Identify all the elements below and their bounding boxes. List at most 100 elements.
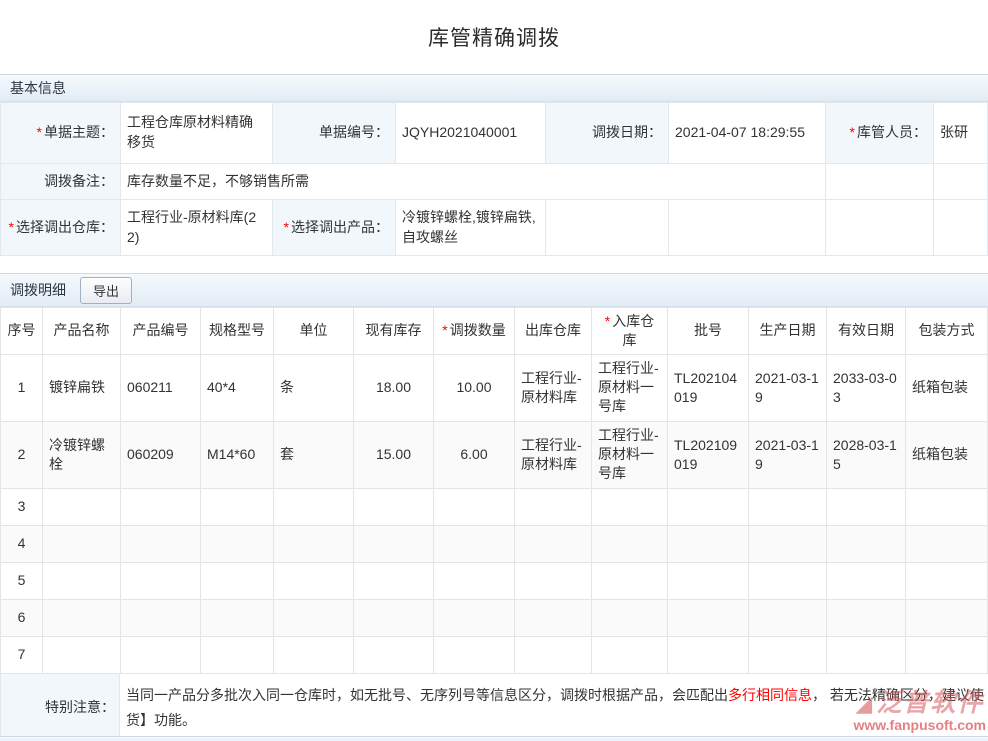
detail-section-bar: 调拨明细 导出 bbox=[0, 273, 988, 307]
empty-cell bbox=[826, 200, 934, 256]
bottom-section-strip bbox=[0, 736, 988, 741]
col-unit-header: 单位 bbox=[274, 308, 354, 355]
col-in-warehouse-header: *入库仓库 bbox=[592, 308, 668, 355]
table-cell bbox=[121, 488, 201, 525]
table-cell bbox=[592, 488, 668, 525]
col-prod-date-header: 生产日期 bbox=[749, 308, 827, 355]
table-row-empty: 4 bbox=[1, 525, 988, 562]
table-cell bbox=[274, 562, 354, 599]
table-cell bbox=[434, 562, 515, 599]
table-cell bbox=[592, 562, 668, 599]
table-cell bbox=[274, 488, 354, 525]
table-cell: 2028-03-15 bbox=[827, 421, 906, 488]
table-cell bbox=[592, 636, 668, 673]
empty-cell bbox=[826, 164, 934, 200]
table-cell: 4 bbox=[1, 525, 43, 562]
table-cell bbox=[121, 599, 201, 636]
notice-red-text: 多行相同信息 bbox=[728, 687, 812, 703]
required-asterisk: * bbox=[850, 124, 855, 140]
table-cell bbox=[434, 599, 515, 636]
table-cell bbox=[592, 599, 668, 636]
col-transfer-qty-header: *调拨数量 bbox=[434, 308, 515, 355]
empty-cell bbox=[934, 200, 988, 256]
doc-no-label: 单据编号： bbox=[273, 103, 396, 164]
table-cell bbox=[354, 562, 434, 599]
table-cell: 18.00 bbox=[354, 354, 434, 421]
table-row: 2 冷镀锌螺栓 060209 M14*60 套 15.00 6.00 工程行业-… bbox=[1, 421, 988, 488]
table-cell bbox=[274, 525, 354, 562]
table-cell: 3 bbox=[1, 488, 43, 525]
out-warehouse-value: 工程行业-原材料库(22) bbox=[121, 200, 273, 256]
col-valid-date-header: 有效日期 bbox=[827, 308, 906, 355]
out-warehouse-label: *选择调出仓库： bbox=[1, 200, 121, 256]
table-cell bbox=[274, 599, 354, 636]
table-cell: 2021-03-19 bbox=[749, 354, 827, 421]
table-cell: 纸箱包装 bbox=[906, 354, 988, 421]
export-button[interactable]: 导出 bbox=[80, 277, 132, 304]
table-cell bbox=[827, 525, 906, 562]
notice-line-2: 货】功能。 bbox=[126, 708, 984, 733]
table-cell bbox=[354, 488, 434, 525]
empty-cell bbox=[934, 164, 988, 200]
form-row-1: *单据主题： 工程仓库原材料精确移货 单据编号： JQYH2021040001 … bbox=[1, 103, 988, 164]
table-cell: 060209 bbox=[121, 421, 201, 488]
table-cell: 工程行业-原材料一号库 bbox=[592, 421, 668, 488]
detail-table-header-row: 序号 产品名称 产品编号 规格型号 单位 现有库存 *调拨数量 出库仓库 *入库… bbox=[1, 308, 988, 355]
table-cell: 工程行业-原材料库 bbox=[515, 354, 592, 421]
table-cell bbox=[515, 525, 592, 562]
table-cell bbox=[434, 488, 515, 525]
col-product-name-header: 产品名称 bbox=[43, 308, 121, 355]
table-cell: 7 bbox=[1, 636, 43, 673]
table-cell bbox=[43, 636, 121, 673]
table-cell bbox=[906, 636, 988, 673]
table-cell bbox=[906, 488, 988, 525]
table-cell bbox=[906, 599, 988, 636]
table-cell bbox=[827, 636, 906, 673]
out-product-value: 冷镀锌螺栓,镀锌扁铁,自攻螺丝 bbox=[396, 200, 546, 256]
table-cell bbox=[354, 636, 434, 673]
table-cell bbox=[201, 636, 274, 673]
detail-table: 序号 产品名称 产品编号 规格型号 单位 现有库存 *调拨数量 出库仓库 *入库… bbox=[0, 307, 988, 674]
table-cell bbox=[749, 636, 827, 673]
table-cell bbox=[121, 525, 201, 562]
page: 库管精确调拨 基本信息 *单据主题： 工程仓库原材料精确移货 单据编号： JQY… bbox=[0, 0, 988, 741]
table-row: 1 镀锌扁铁 060211 40*4 条 18.00 10.00 工程行业-原材… bbox=[1, 354, 988, 421]
table-cell bbox=[515, 488, 592, 525]
table-cell: M14*60 bbox=[201, 421, 274, 488]
page-title: 库管精确调拨 bbox=[428, 22, 560, 52]
table-cell bbox=[201, 525, 274, 562]
table-row-empty: 5 bbox=[1, 562, 988, 599]
table-cell: 工程行业-原材料一号库 bbox=[592, 354, 668, 421]
table-cell: 2 bbox=[1, 421, 43, 488]
table-cell bbox=[274, 636, 354, 673]
table-cell: 纸箱包装 bbox=[906, 421, 988, 488]
col-spec-header: 规格型号 bbox=[201, 308, 274, 355]
table-cell bbox=[43, 562, 121, 599]
table-cell bbox=[827, 488, 906, 525]
remark-label: 调拨备注： bbox=[1, 164, 121, 200]
table-cell bbox=[201, 488, 274, 525]
remark-value: 库存数量不足，不够销售所需 bbox=[121, 164, 826, 200]
basic-info-section-title: 基本信息 bbox=[10, 78, 66, 98]
table-cell bbox=[749, 488, 827, 525]
notice-line-1: 当同一产品分多批次入同一仓库时，如无批号、无序列号等信息区分，调拨时根据产品，会… bbox=[126, 683, 984, 708]
empty-cell bbox=[546, 200, 669, 256]
table-cell bbox=[201, 562, 274, 599]
col-stock-header: 现有库存 bbox=[354, 308, 434, 355]
table-row-empty: 3 bbox=[1, 488, 988, 525]
table-cell bbox=[434, 636, 515, 673]
keeper-value: 张研 bbox=[934, 103, 988, 164]
table-cell bbox=[121, 636, 201, 673]
table-cell: 1 bbox=[1, 354, 43, 421]
basic-info-form: *单据主题： 工程仓库原材料精确移货 单据编号： JQYH2021040001 … bbox=[0, 102, 988, 256]
out-product-label: *选择调出产品： bbox=[273, 200, 396, 256]
table-cell: 2021-03-19 bbox=[749, 421, 827, 488]
table-cell: 6.00 bbox=[434, 421, 515, 488]
table-cell: 2033-03-03 bbox=[827, 354, 906, 421]
transfer-date-value: 2021-04-07 18:29:55 bbox=[669, 103, 826, 164]
table-cell bbox=[354, 525, 434, 562]
table-cell bbox=[668, 562, 749, 599]
table-cell bbox=[201, 599, 274, 636]
subject-label: *单据主题： bbox=[1, 103, 121, 164]
table-cell bbox=[434, 525, 515, 562]
